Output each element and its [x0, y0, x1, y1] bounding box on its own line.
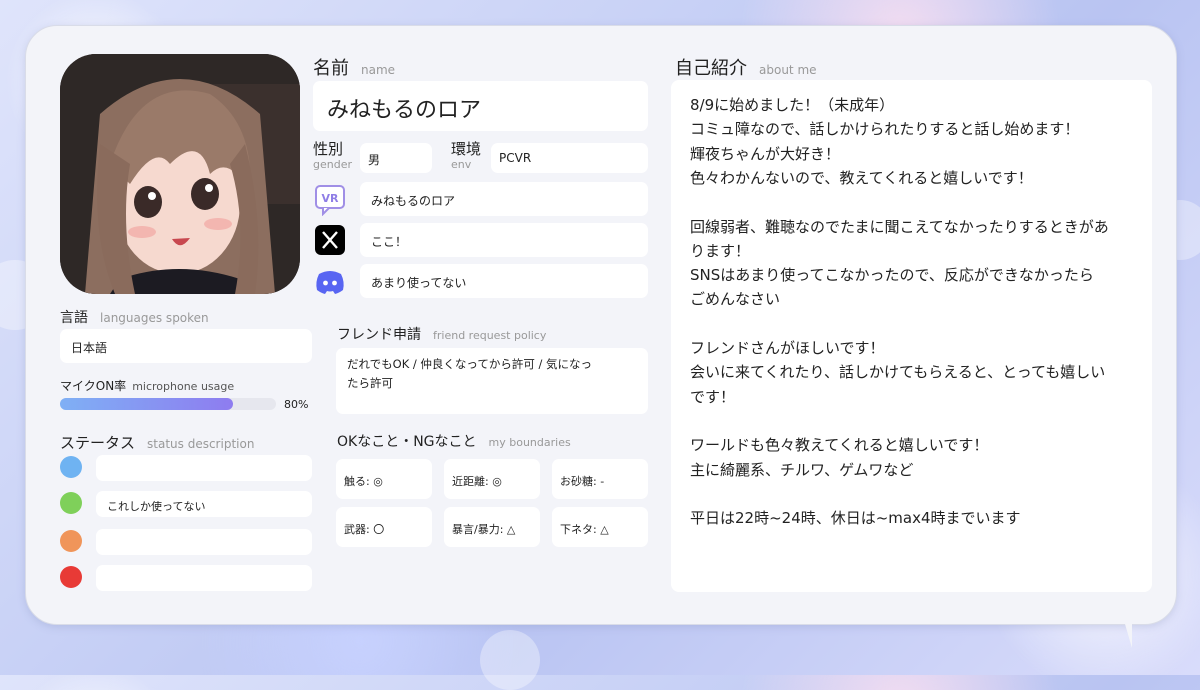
about-line: です！ — [690, 387, 736, 406]
boundary-item: 武器: 〇 — [336, 507, 432, 547]
about-line: 色々わかんないので、教えてくれると嬉しいです！ — [690, 168, 1033, 187]
avatar — [60, 54, 300, 294]
status-item — [96, 455, 312, 481]
mic-progress-fill — [60, 398, 233, 410]
languages-label: 言語 languages spoken — [60, 310, 209, 326]
discord-value: あまり使ってない — [371, 276, 467, 290]
about-line: ワールドも色々教えてくれると嬉しいです！ — [690, 436, 989, 455]
about-label: 自己紹介 about me — [675, 58, 817, 79]
friend-value: だれでもOK / 仲良くなってから許可 / 気になっ — [347, 357, 593, 371]
mic-percent: 80% — [284, 398, 309, 411]
status-dot-blue — [60, 456, 82, 478]
boundary-item: 近距離: ◎ — [444, 459, 540, 499]
env-label: 環境 env — [451, 140, 482, 171]
about-line: フレンドさんがほしいです！ — [690, 339, 885, 357]
friend-value-cont: たら許可 — [347, 376, 393, 390]
x-icon — [313, 223, 347, 257]
mic-label: マイクON率 microphone usage — [60, 379, 235, 393]
about-line: 平日は22時~24時、休日は~max4時までいます — [690, 509, 1021, 528]
status-item: これしか使ってない — [96, 491, 312, 517]
about-line: 8/9に始めました！（未成年） — [690, 96, 895, 114]
boundary-item: 触る: ◎ — [336, 459, 432, 499]
boundary-item: 暴言/暴力: △ — [444, 507, 540, 547]
about-line: コミュ障なので、話しかけられたりすると話し始めます！ — [690, 120, 1080, 139]
status-text: これしか使ってない — [107, 500, 206, 513]
x-field: ここ！ — [360, 223, 648, 257]
background-bubble — [480, 630, 540, 690]
boundary-item: お砂糖: - — [552, 459, 648, 499]
gender-label: 性別 gender — [313, 140, 352, 171]
status-label: ステータス status description — [60, 434, 255, 452]
gender-field: 男 — [360, 143, 432, 173]
boundary-text: お砂糖: - — [560, 475, 605, 488]
status-dot-green — [60, 492, 82, 514]
boundary-text: 近距離: ◎ — [452, 475, 502, 488]
about-line: 主に綺麗系、チルワ、ゲムワなど — [690, 460, 914, 479]
about-line: 会いに来てくれたり、話しかけてもらえると、とっても嬉しい — [690, 363, 1106, 382]
speech-bubble-tail — [1118, 600, 1132, 648]
about-text-box: 8/9に始めました！（未成年） コミュ障なので、話しかけられたりすると話し始めます… — [671, 80, 1152, 592]
status-item — [96, 529, 312, 555]
x-value: ここ！ — [371, 235, 408, 249]
status-dot-orange — [60, 530, 82, 552]
languages-field: 日本語 — [60, 329, 312, 363]
env-value: PCVR — [499, 151, 532, 165]
vrchat-field: みねもるのロア — [360, 182, 648, 216]
boundary-text: 触る: ◎ — [344, 475, 383, 488]
discord-icon — [313, 264, 347, 298]
status-item — [96, 565, 312, 591]
about-line: 輝夜ちゃんが大好き！ — [690, 144, 841, 163]
vrchat-value: みねもるのロア — [371, 194, 456, 208]
languages-value: 日本語 — [71, 341, 108, 355]
friend-field: だれでもOK / 仲良くなってから許可 / 気になっ たら許可 — [336, 348, 648, 414]
name-field: みねもるのロア — [313, 81, 648, 131]
vrchat-icon: VR — [313, 182, 347, 217]
boundary-item: 下ネタ: △ — [552, 507, 648, 547]
boundary-text: 暴言/暴力: △ — [452, 523, 516, 536]
friend-label: フレンド申請 friend request policy — [337, 327, 547, 343]
status-dot-red — [60, 566, 82, 588]
name-value: みねもるのロア — [327, 98, 482, 123]
svg-text:VR: VR — [322, 192, 340, 205]
about-line: 回線弱者、難聴なのでたまに聞こえてなかったりするときがあ — [690, 217, 1109, 236]
about-line: ります！ — [690, 241, 751, 260]
boundaries-label: OKなこと・NGなこと my boundaries — [337, 434, 571, 450]
mic-progress-bar — [60, 398, 276, 410]
about-line: ごめんなさい — [690, 290, 781, 309]
gender-value: 男 — [368, 153, 381, 167]
boundary-text: 武器: 〇 — [344, 523, 385, 536]
env-field: PCVR — [491, 143, 648, 173]
name-label: 名前 name — [313, 58, 396, 79]
discord-field: あまり使ってない — [360, 264, 648, 298]
about-line: SNSはあまり使ってこなかったので、反応ができなかったら — [690, 266, 1094, 285]
boundary-text: 下ネタ: △ — [560, 523, 609, 536]
